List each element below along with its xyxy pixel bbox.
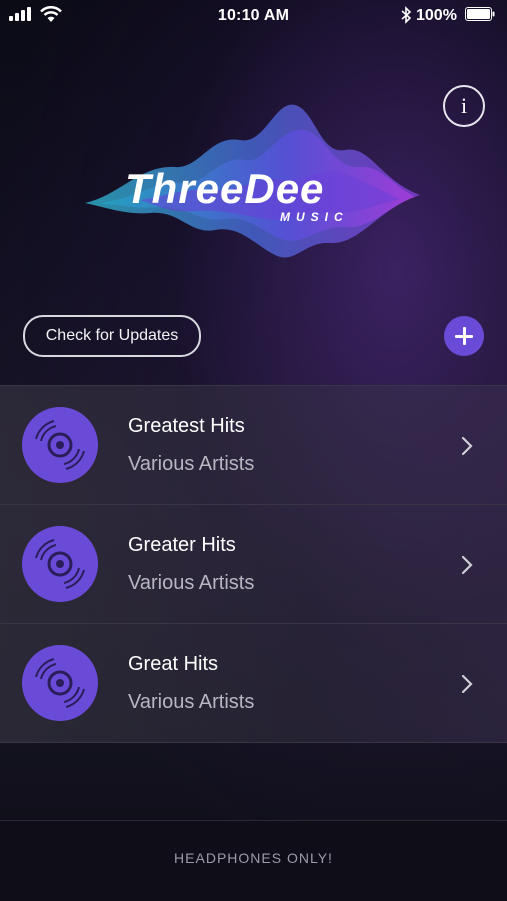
headphones-only-label: HEADPHONES ONLY!	[174, 850, 333, 866]
logo-title: ThreeDee	[125, 165, 324, 212]
vinyl-disc-icon	[22, 526, 98, 602]
album-list: Greatest Hits Various Artists Greater Hi…	[0, 385, 507, 743]
info-button[interactable]: i	[443, 85, 485, 127]
add-button[interactable]	[444, 316, 484, 356]
check-for-updates-button[interactable]: Check for Updates	[23, 315, 201, 357]
threedee-music-logo: ThreeDee MUSIC	[85, 104, 420, 258]
album-title: Great Hits	[128, 653, 219, 675]
logo-subtitle: MUSIC	[280, 210, 349, 224]
status-bar: 10:10 AM 100%	[0, 0, 507, 32]
album-artist: Various Artists	[128, 453, 255, 475]
album-artist: Various Artists	[128, 691, 255, 713]
footer: HEADPHONES ONLY!	[0, 820, 507, 901]
album-artist: Various Artists	[128, 572, 255, 594]
chevron-right-icon	[461, 436, 473, 456]
vinyl-disc-icon	[22, 645, 98, 721]
album-title: Greater Hits	[128, 534, 236, 556]
album-row-greater-hits[interactable]: Greater Hits Various Artists	[0, 505, 507, 624]
album-row-greatest-hits[interactable]: Greatest Hits Various Artists	[0, 386, 507, 505]
chevron-right-icon	[461, 555, 473, 575]
battery-icon	[465, 7, 495, 21]
bluetooth-icon	[401, 6, 412, 24]
vinyl-disc-icon	[22, 407, 98, 483]
battery-percent: 100%	[416, 7, 457, 24]
album-row-great-hits[interactable]: Great Hits Various Artists	[0, 624, 507, 743]
album-title: Greatest Hits	[128, 415, 245, 437]
chevron-right-icon	[461, 674, 473, 694]
